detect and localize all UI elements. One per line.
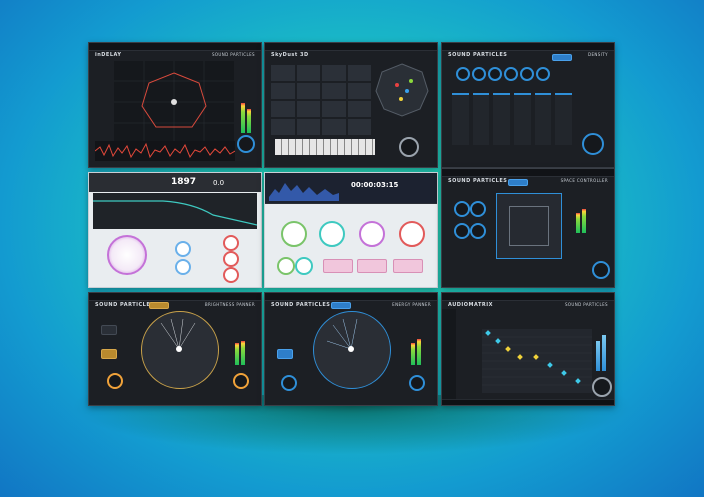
- delay-grid[interactable]: [114, 61, 234, 143]
- level-meter: [241, 103, 245, 133]
- knob[interactable]: [223, 235, 239, 251]
- panel-light-mod: 00:00:03:15: [264, 172, 438, 288]
- timecode: 00:00:03:15: [351, 181, 399, 189]
- mode-button[interactable]: [277, 349, 293, 359]
- mode-button[interactable]: [101, 349, 117, 359]
- spectrum: [269, 183, 339, 201]
- panel-indelay: inDELAY SOUND PARTICLES: [88, 42, 262, 168]
- knob[interactable]: [277, 257, 295, 275]
- top-bar: [89, 293, 261, 301]
- dial-knob[interactable]: [399, 137, 419, 157]
- panel-space-controller: SOUND PARTICLES SPACE CONTROLLER: [441, 168, 615, 288]
- top-bar: [89, 43, 261, 51]
- knob[interactable]: [488, 67, 502, 81]
- knob[interactable]: [107, 373, 123, 389]
- knob[interactable]: [472, 67, 486, 81]
- tab-button[interactable]: [331, 302, 351, 309]
- level-meter: [411, 343, 415, 365]
- knob[interactable]: [470, 201, 486, 217]
- space-pad[interactable]: [496, 193, 562, 259]
- delay-waveform: [95, 141, 235, 161]
- output-knob[interactable]: [592, 377, 612, 397]
- knob[interactable]: [233, 373, 249, 389]
- pad-grid[interactable]: [271, 65, 371, 135]
- panel-brightness-panner: SOUND PARTICLES BRIGHTNESS PANNER: [88, 292, 262, 406]
- tab-button[interactable]: [552, 54, 572, 61]
- tab-button[interactable]: [508, 179, 528, 186]
- output-knob[interactable]: [592, 261, 610, 279]
- knob[interactable]: [319, 221, 345, 247]
- knob[interactable]: [281, 221, 307, 247]
- knob[interactable]: [536, 67, 550, 81]
- level-meter: [247, 109, 251, 133]
- knob[interactable]: [454, 201, 470, 217]
- brand-subtitle: SOUND PARTICLES: [211, 52, 255, 57]
- knob[interactable]: [456, 67, 470, 81]
- module-button[interactable]: [393, 259, 423, 273]
- knob[interactable]: [223, 251, 239, 267]
- mode-button[interactable]: [101, 325, 117, 335]
- level-meter: [582, 209, 586, 233]
- module-button[interactable]: [357, 259, 387, 273]
- panner-rays: [160, 318, 196, 352]
- top-bar: [442, 169, 614, 177]
- brand-subtitle: DENSITY: [587, 52, 608, 57]
- eq-curve[interactable]: [93, 193, 257, 229]
- knob[interactable]: [175, 241, 191, 257]
- sphere-view[interactable]: [373, 61, 431, 119]
- brand-title: SOUND PARTICLES: [95, 302, 155, 308]
- panel-light-eq: 1897 0.0: [88, 172, 262, 288]
- panel-audiomatrix: AUDIOMATRIX SOUND PARTICLES: [441, 292, 615, 406]
- knob[interactable]: [409, 375, 425, 391]
- brand-title: SkyDust 3D: [271, 52, 309, 58]
- top-bar: [442, 43, 614, 51]
- status-bar: [442, 399, 614, 405]
- brand-subtitle: SOUND PARTICLES: [564, 302, 608, 307]
- mixer-strips[interactable]: [452, 93, 573, 145]
- level-meter: [241, 341, 245, 365]
- level-meter: [417, 339, 421, 365]
- brand-title: SOUND PARTICLES: [448, 178, 508, 184]
- panel-density: SOUND PARTICLES DENSITY: [441, 42, 615, 168]
- brand-title: inDELAY: [95, 52, 122, 58]
- brand-title: SOUND PARTICLES: [271, 302, 331, 308]
- panel-energy-panner: SOUND PARTICLES ENERGY PANNER: [264, 292, 438, 406]
- knob[interactable]: [399, 221, 425, 247]
- counter-display: 1897: [171, 177, 197, 187]
- panel-skydust: SkyDust 3D: [264, 42, 438, 168]
- sidebar: [442, 309, 456, 405]
- level-meter: [576, 213, 580, 233]
- tab-button[interactable]: [149, 302, 169, 309]
- knob[interactable]: [454, 223, 470, 239]
- knob[interactable]: [175, 259, 191, 275]
- knob[interactable]: [359, 221, 385, 247]
- brand-title: SOUND PARTICLES: [448, 52, 508, 58]
- routing-matrix[interactable]: [482, 329, 592, 393]
- knob[interactable]: [281, 375, 297, 391]
- knob[interactable]: [223, 267, 239, 283]
- knob[interactable]: [520, 67, 534, 81]
- brand-subtitle: SPACE CONTROLLER: [560, 178, 608, 183]
- value-display: 0.0: [213, 179, 225, 187]
- module-button[interactable]: [323, 259, 353, 273]
- brand-subtitle: ENERGY PANNER: [392, 302, 431, 307]
- level-meter: [596, 341, 600, 371]
- brand-title: AUDIOMATRIX: [448, 302, 493, 308]
- level-meter: [235, 343, 239, 365]
- knob[interactable]: [295, 257, 313, 275]
- top-bar: [265, 293, 437, 301]
- top-bar: [265, 43, 437, 51]
- output-knob[interactable]: [237, 135, 255, 153]
- output-knob[interactable]: [582, 133, 604, 155]
- main-knob[interactable]: [107, 235, 147, 275]
- panner-rays: [326, 318, 358, 352]
- brand-subtitle: BRIGHTNESS PANNER: [204, 302, 255, 307]
- knob[interactable]: [470, 223, 486, 239]
- keyboard[interactable]: [275, 139, 375, 155]
- knob[interactable]: [504, 67, 518, 81]
- top-bar: [442, 293, 614, 301]
- level-meter: [602, 335, 606, 371]
